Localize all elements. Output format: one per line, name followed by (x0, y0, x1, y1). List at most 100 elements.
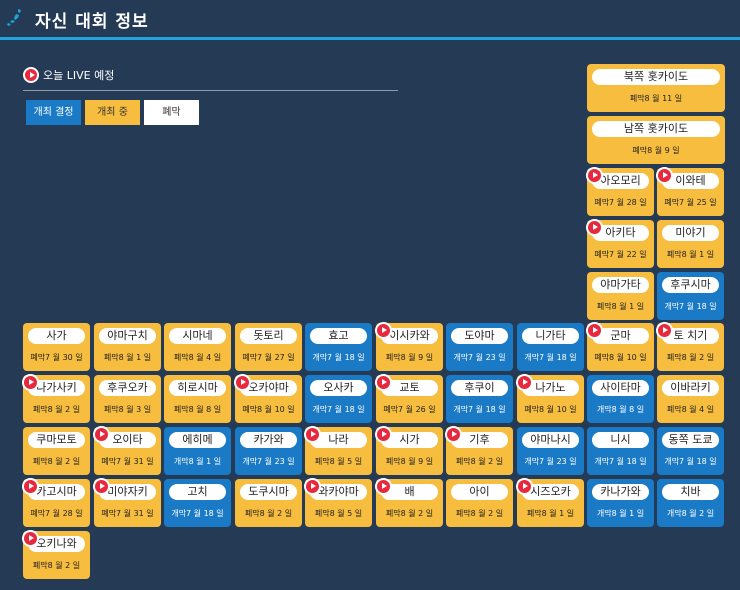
prefecture-status: 개막8 월 1 일 (173, 457, 222, 466)
live-play-icon[interactable] (304, 426, 321, 443)
prefecture-status: 폐막8 월 2 일 (32, 405, 81, 414)
prefecture-tile[interactable]: 사이타마개막8 월 8 일 (587, 375, 654, 423)
prefecture-tile[interactable]: 교토 폐막7 월 26 일 (375, 374, 443, 423)
prefecture-tile[interactable]: 에히메 개막8 월 1 일 (164, 427, 231, 475)
prefecture-status: 개막7 월 23 일 (242, 457, 295, 466)
prefecture-tile[interactable]: 도쿠시마 폐막8 월 2 일 (235, 479, 302, 527)
prefecture-status: 개막7 월 18 일 (312, 353, 365, 362)
prefecture-tile[interactable]: 야마가타 폐막8 월 1 일 (587, 272, 654, 320)
prefecture-tile[interactable]: 카가와 개막7 월 23 일 (235, 427, 302, 475)
legend-ongoing-button[interactable]: 개최 중 (85, 100, 140, 125)
prefecture-tile[interactable]: 야마구치 폐막8 월 1 일 (94, 323, 161, 371)
prefecture-tile[interactable]: 효고 개막7 월 18 일 (305, 323, 372, 371)
live-play-icon[interactable] (93, 426, 110, 443)
live-play-icon[interactable] (375, 322, 392, 339)
prefecture-name: 동쪽 도쿄 (662, 432, 719, 448)
prefecture-tile[interactable]: 토 치기 폐막8 월 2 일 (656, 322, 724, 371)
prefecture-tile[interactable]: 오이타 폐막7 월 31 일 (93, 426, 161, 475)
prefecture-status: 폐막7 월 25 일 (664, 198, 717, 207)
live-play-icon[interactable] (445, 426, 462, 443)
prefecture-tile[interactable]: 고치 개막7 월 18 일 (164, 479, 231, 527)
prefecture-tile[interactable]: 동쪽 도쿄 개막7 월 18 일 (657, 427, 724, 475)
prefecture-name: 치바 (662, 484, 719, 500)
prefecture-tile[interactable]: 돗토리 폐막7 월 27 일 (235, 323, 302, 371)
divider (23, 90, 398, 91)
prefecture-name: 후쿠이 (451, 380, 508, 396)
live-play-icon[interactable] (234, 374, 251, 391)
prefecture-tile[interactable]: 도야마 개막7 월 23 일 (446, 323, 513, 371)
prefecture-tile[interactable]: 오사카 개막7 월 18 일 (305, 375, 372, 423)
page-title: 자신 대회 정보 (35, 12, 149, 32)
prefecture-status: 폐막8 월 5 일 (314, 509, 363, 518)
prefecture-status: 폐막8 월 3 일 (103, 405, 152, 414)
prefecture-tile[interactable]: 오카야마 폐막8 월 10 일 (234, 374, 302, 423)
prefecture-tile[interactable]: 사가폐막7 월 30 일 (23, 323, 90, 371)
live-play-icon[interactable] (375, 478, 392, 495)
prefecture-status: 폐막8 월 5 일 (314, 457, 363, 466)
prefecture-tile[interactable]: 시즈오카 폐막8 월 1 일 (516, 478, 584, 527)
legend-closed-button[interactable]: 폐막 (144, 100, 199, 125)
prefecture-status: 개막7 월 18 일 (524, 353, 577, 362)
prefecture-status: 개막8 월 8 일 (596, 405, 645, 414)
prefecture-tile[interactable]: 히로시마 폐막8 월 8 일 (164, 375, 231, 423)
prefecture-tile[interactable]: 치바개막8 월 2 일 (657, 479, 724, 527)
prefecture-tile[interactable]: 후쿠오카폐막8 월 3 일 (94, 375, 161, 423)
prefecture-tile[interactable]: 니시 개막7 월 18 일 (587, 427, 654, 475)
live-play-icon[interactable] (22, 374, 39, 391)
prefecture-tile[interactable]: 나가노 폐막8 월 10 일 (516, 374, 584, 423)
prefecture-name: 사이타마 (592, 380, 649, 396)
prefecture-status: 폐막7 월 30 일 (30, 353, 83, 362)
prefecture-tile[interactable]: 쿠마모토 폐막8 월 2 일 (23, 427, 90, 475)
prefecture-tile[interactable]: 이시카와 폐막8 월 9 일 (375, 322, 443, 371)
prefecture-tile[interactable]: 오키나와 폐막8 월 2 일 (22, 530, 90, 579)
prefecture-tile[interactable]: 카고시마 폐막7 월 28 일 (22, 478, 90, 527)
live-play-icon[interactable] (375, 374, 392, 391)
live-play-icon[interactable] (22, 478, 39, 495)
live-play-icon[interactable] (304, 478, 321, 495)
prefecture-status: 폐막7 월 28 일 (594, 198, 647, 207)
prefecture-tile[interactable]: 와카야마 폐막8 월 5 일 (304, 478, 372, 527)
prefecture-tile[interactable]: 야마나시 개막7 월 23 일 (517, 427, 584, 475)
prefecture-tile[interactable]: 시가 폐막8 월 9 일 (375, 426, 443, 475)
prefecture-tile[interactable]: 미야기 폐막8 월 1 일 (657, 220, 724, 268)
live-play-icon[interactable] (656, 167, 673, 184)
legend-open-button[interactable]: 개최 결정 (26, 100, 81, 125)
prefecture-name: 돗토리 (240, 328, 297, 344)
prefecture-tile[interactable]: 남쪽 홋카이도 폐막8 월 9 일 (587, 116, 725, 164)
prefecture-tile[interactable]: 후쿠시마 개막7 월 18 일 (657, 272, 724, 320)
live-play-icon[interactable] (586, 167, 603, 184)
prefecture-tile[interactable]: 니가타 개막7 월 18 일 (517, 323, 584, 371)
prefecture-tile[interactable]: 아이 폐막8 월 2 일 (446, 479, 513, 527)
live-play-icon[interactable] (516, 374, 533, 391)
live-play-icon[interactable] (375, 426, 392, 443)
prefecture-name: 히로시마 (169, 380, 226, 396)
live-play-icon[interactable] (656, 322, 673, 339)
prefecture-name: 쿠마모토 (28, 432, 85, 448)
live-play-icon[interactable] (586, 219, 603, 236)
prefecture-tile[interactable]: 나라 폐막8 월 5 일 (304, 426, 372, 475)
prefecture-tile[interactable]: 이와테 폐막7 월 25 일 (656, 167, 724, 216)
live-play-icon[interactable] (22, 530, 39, 547)
prefecture-tile[interactable]: 시마네 폐막8 월 4 일 (164, 323, 231, 371)
prefecture-tile[interactable]: 아키타 폐막7 월 22 일 (586, 219, 654, 268)
prefecture-tile[interactable]: 이바라키 폐막8 월 4 일 (657, 375, 724, 423)
prefecture-name: 후쿠오카 (99, 380, 156, 396)
prefecture-status: 폐막8 월 1 일 (666, 250, 715, 259)
prefecture-name: 사가 (28, 328, 85, 344)
prefecture-tile[interactable]: 배 폐막8 월 2 일 (375, 478, 443, 527)
live-play-icon[interactable] (586, 322, 603, 339)
prefecture-tile[interactable]: 나가사키 폐막8 월 2 일 (22, 374, 90, 423)
prefecture-name: 후쿠시마 (662, 277, 719, 293)
live-play-icon[interactable] (93, 478, 110, 495)
prefecture-status: 개막8 월 2 일 (666, 509, 715, 518)
prefecture-tile[interactable]: 아오모리 폐막7 월 28 일 (586, 167, 654, 216)
prefecture-tile[interactable]: 기후 폐막8 월 2 일 (445, 426, 513, 475)
prefecture-tile[interactable]: 후쿠이 개막7 월 18 일 (446, 375, 513, 423)
prefecture-tile[interactable]: 북쪽 홋카이도 폐막8 월 11 일 (587, 64, 725, 112)
prefecture-tile[interactable]: 군마 폐막8 월 10 일 (586, 322, 654, 371)
prefecture-status: 폐막7 월 28 일 (30, 509, 83, 518)
prefecture-tile[interactable]: 카나가와 개막8 월 1 일 (587, 479, 654, 527)
live-play-icon[interactable] (516, 478, 533, 495)
prefecture-tile[interactable]: 미야자키 폐막7 월 31 일 (93, 478, 161, 527)
live-legend-text: 오늘 LIVE 예정 (43, 68, 115, 82)
